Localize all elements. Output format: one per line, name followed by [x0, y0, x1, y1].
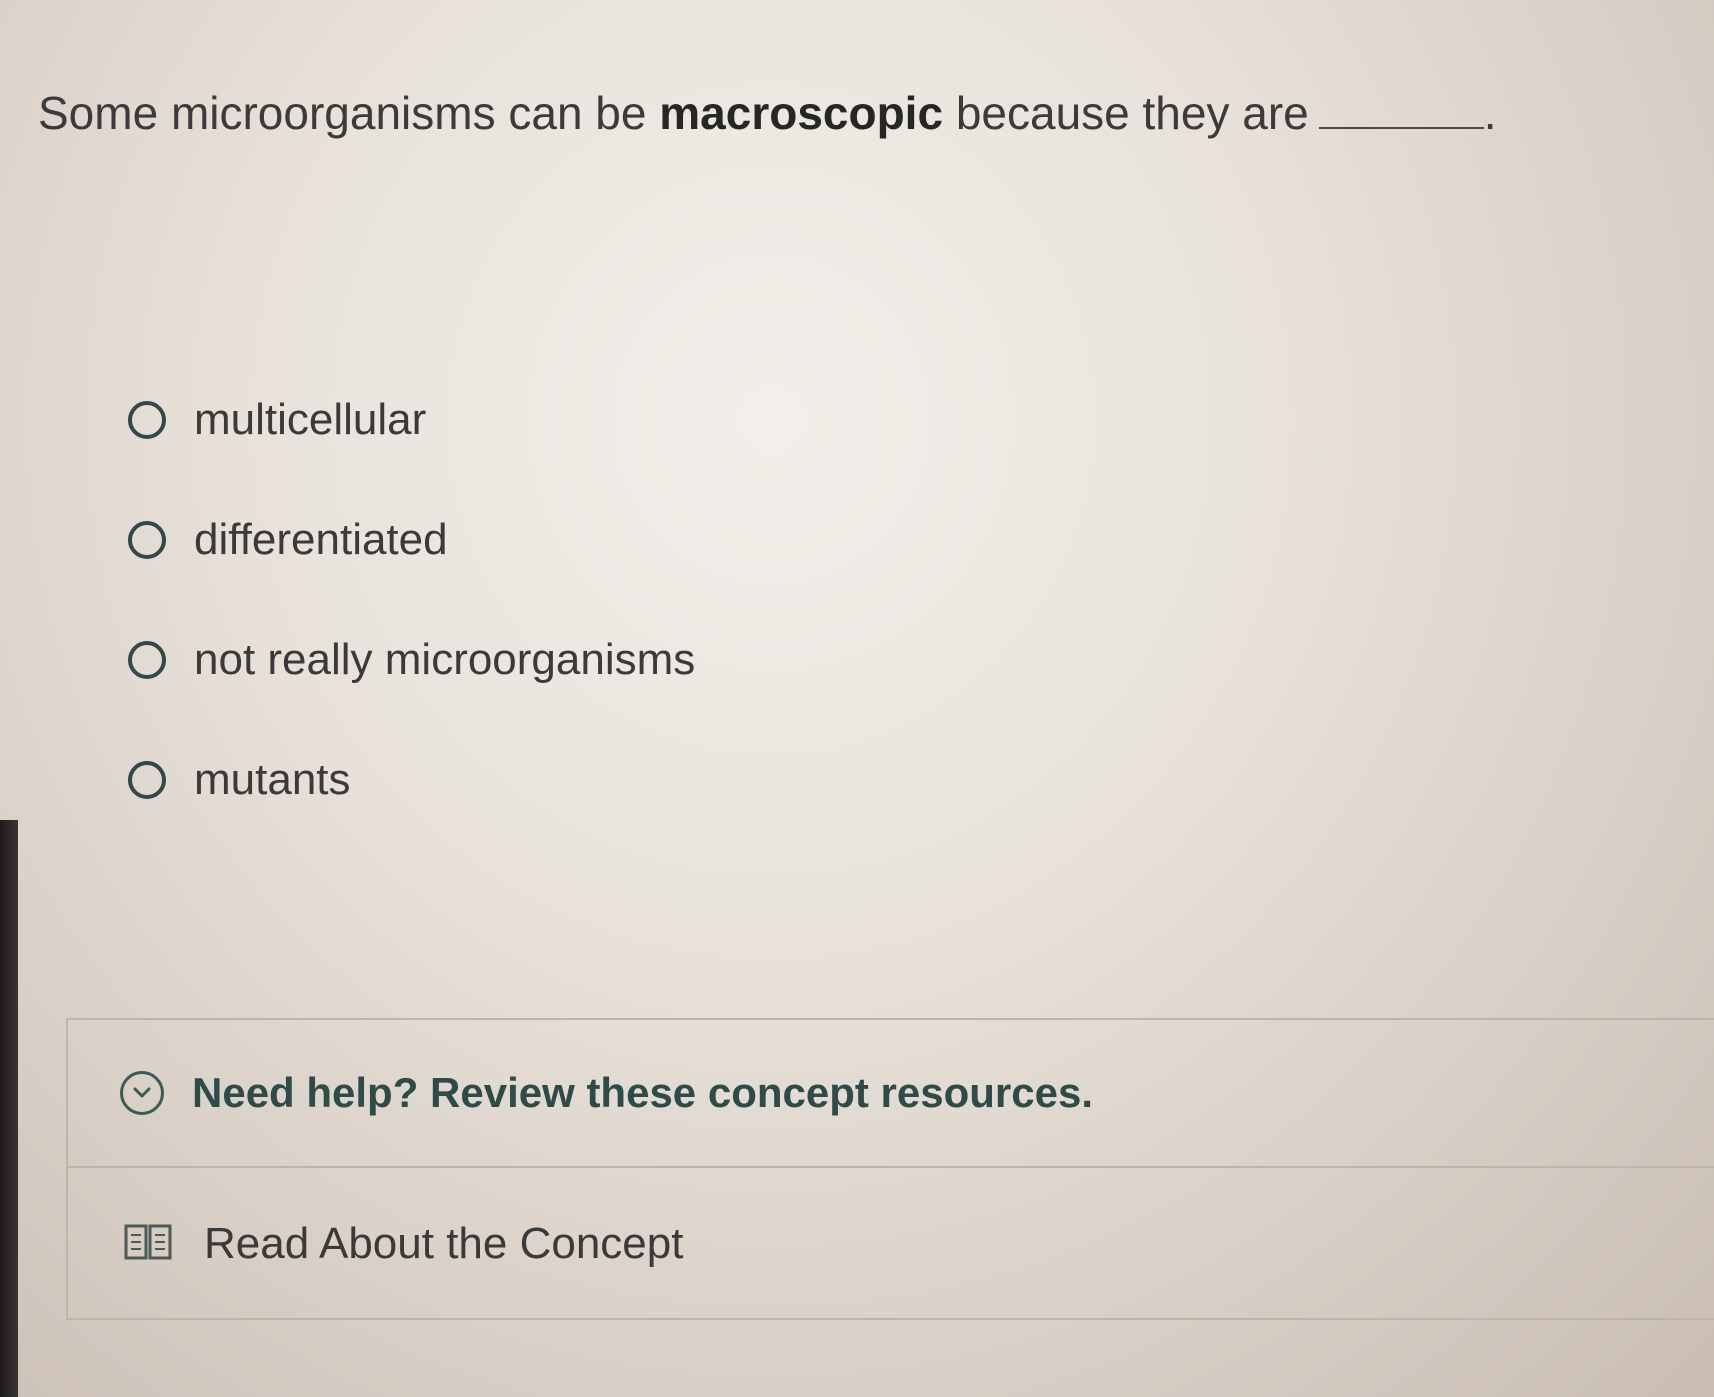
option-label: multicellular: [194, 395, 427, 444]
help-title: Need help? Review these concept resource…: [192, 1069, 1093, 1116]
book-icon: [124, 1222, 172, 1267]
radio-button[interactable]: [128, 761, 166, 799]
answer-blank: [1318, 91, 1484, 129]
answer-options: multicellular differentiated not really …: [128, 390, 695, 870]
radio-button[interactable]: [128, 641, 166, 679]
help-panel: Need help? Review these concept resource…: [66, 1018, 1714, 1320]
radio-button[interactable]: [128, 521, 166, 559]
question-bold-term: macroscopic: [659, 87, 944, 139]
chevron-down-icon[interactable]: [120, 1071, 164, 1115]
resource-label: Read About the Concept: [204, 1219, 684, 1268]
option-multicellular[interactable]: multicellular: [128, 390, 695, 450]
question-end: .: [1483, 87, 1497, 139]
question-suffix: because they are: [955, 87, 1309, 139]
read-about-concept-link[interactable]: Read About the Concept: [68, 1168, 1714, 1320]
screen-bezel: [0, 820, 18, 1397]
option-label: not really microorganisms: [194, 635, 696, 684]
option-label: differentiated: [194, 515, 448, 564]
option-differentiated[interactable]: differentiated: [128, 510, 695, 570]
question-text: Some microorganisms can be macroscopic b…: [38, 86, 1497, 140]
help-toggle[interactable]: Need help? Review these concept resource…: [68, 1020, 1714, 1168]
option-label: mutants: [194, 755, 351, 804]
radio-button[interactable]: [128, 401, 166, 439]
option-not-really-microorganisms[interactable]: not really microorganisms: [128, 630, 695, 690]
question-prefix: Some microorganisms can be: [38, 87, 647, 139]
option-mutants[interactable]: mutants: [128, 750, 695, 810]
